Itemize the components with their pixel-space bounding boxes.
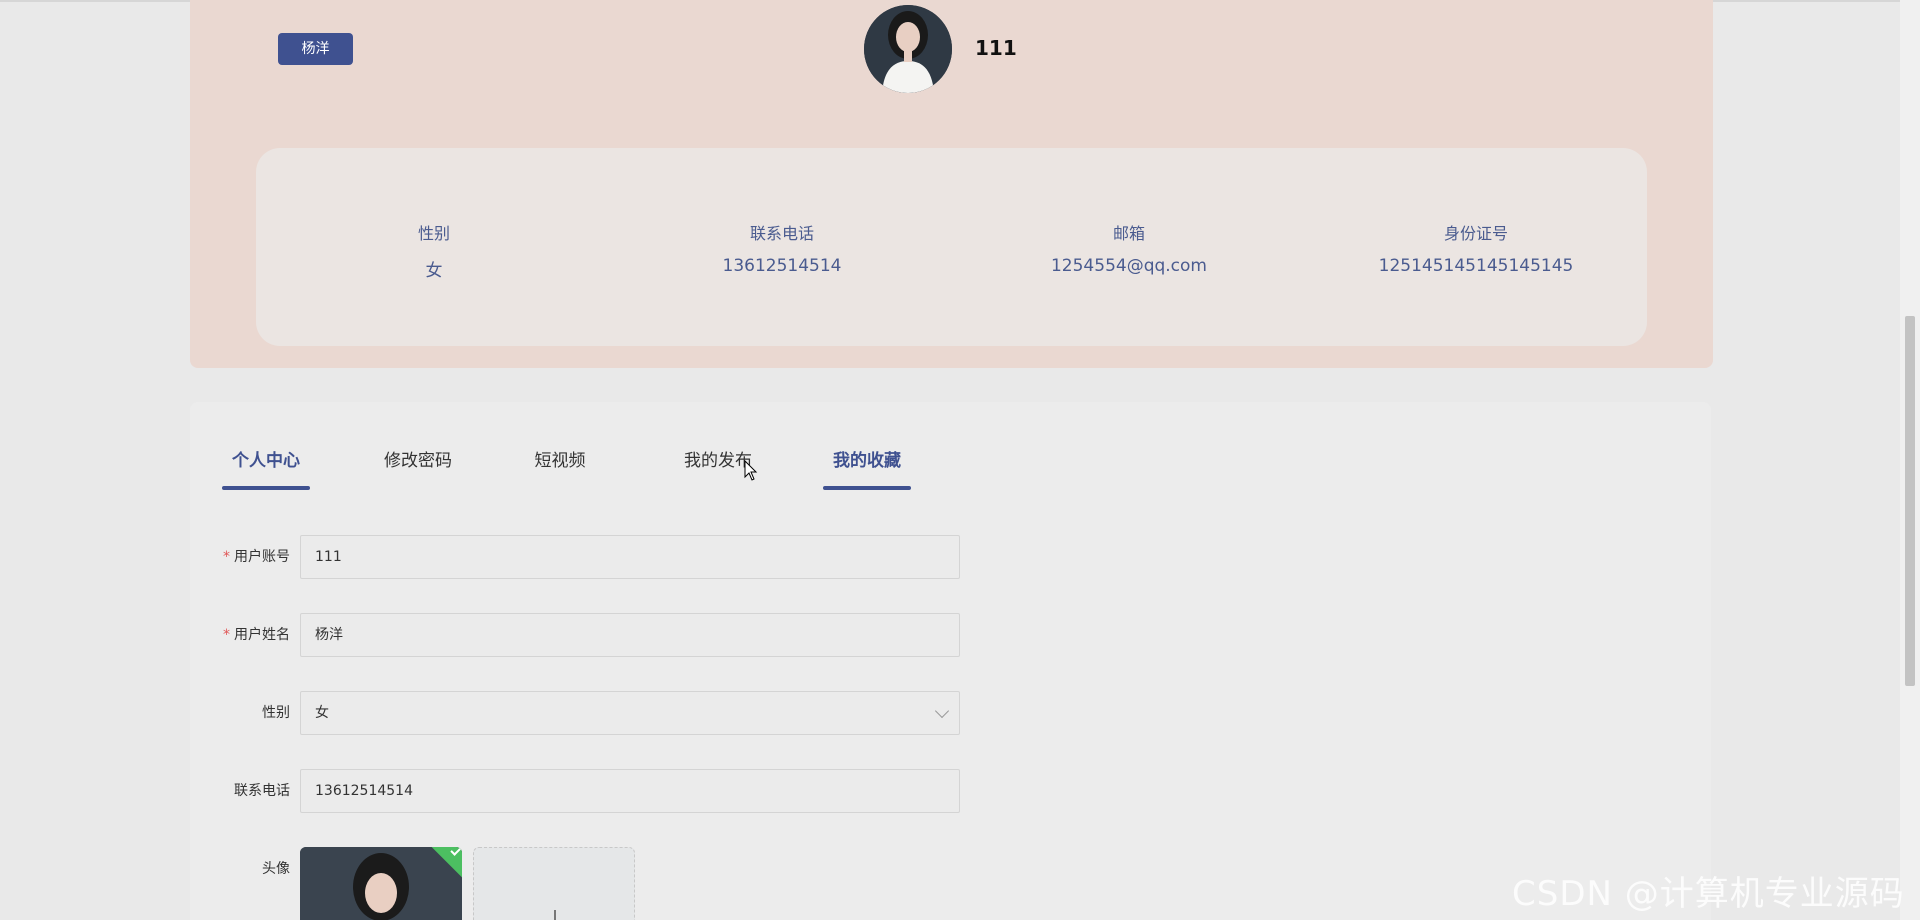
account-label: * 用户账号 <box>223 549 290 565</box>
plus-icon <box>554 910 556 920</box>
form-row-phone: 联系电话 13612514514 <box>190 769 990 813</box>
avatar-photo-icon <box>864 5 952 93</box>
gender-label: 性别 <box>262 705 290 721</box>
info-email-value: 1254554@qq.com <box>1050 256 1207 276</box>
profile-panel: 个人中心 修改密码 短视频 我的发布 我的收藏 * 用户账号 111 * 用户姓名 … <box>190 402 1711 920</box>
form-row-account: * 用户账号 111 <box>190 535 990 579</box>
info-phone-value: 13612514514 <box>722 256 842 276</box>
tab-change-password-label: 修改密码 <box>384 451 452 471</box>
form-row-name: * 用户姓名 杨洋 <box>190 613 990 657</box>
user-info-card: 性别 女 联系电话 13612514514 邮箱 1254554@qq.com … <box>256 148 1647 346</box>
info-email-label: 邮箱 <box>1112 224 1145 243</box>
chevron-down-icon <box>934 703 950 719</box>
phone-label: 联系电话 <box>234 783 290 799</box>
user-avatar <box>864 5 952 93</box>
gender-select[interactable]: 女 <box>300 691 960 735</box>
tab-my-favorites-label: 我的收藏 <box>833 451 901 471</box>
info-phone: 联系电话 13612514514 <box>632 220 932 276</box>
form-row-avatar: 头像 <box>190 847 990 920</box>
info-id: 身份证号 125145145145145145 <box>1326 220 1626 276</box>
tab-active-underline <box>222 486 310 490</box>
tab-active-underline <box>823 486 911 490</box>
avatar-label: 头像 <box>262 861 290 877</box>
page-scrollbar-thumb[interactable] <box>1905 316 1915 686</box>
tab-change-password[interactable]: 修改密码 <box>378 446 458 490</box>
info-email: 邮箱 1254554@qq.com <box>979 220 1279 276</box>
avatar-upload-add-button[interactable] <box>473 847 635 920</box>
phone-input[interactable]: 13612514514 <box>300 769 960 813</box>
tab-personal-center-label: 个人中心 <box>232 451 300 471</box>
name-tag-button[interactable]: 杨洋 <box>278 33 353 65</box>
avatar-upload-preview[interactable] <box>300 847 462 920</box>
form-row-gender: 性别 女 <box>190 691 990 735</box>
info-id-label: 身份证号 <box>1443 224 1508 243</box>
tab-short-video[interactable]: 短视频 <box>530 446 590 490</box>
account-input[interactable]: 111 <box>300 535 960 579</box>
mouse-cursor-icon <box>744 460 758 481</box>
gender-selected-value: 女 <box>315 705 329 721</box>
watermark-text: CSDN @计算机专业源码 <box>1512 874 1905 914</box>
info-gender-value: 女 <box>425 261 443 281</box>
tab-personal-center[interactable]: 个人中心 <box>222 446 310 490</box>
info-id-value: 125145145145145145 <box>1378 256 1574 276</box>
tab-my-posts-label: 我的发布 <box>684 451 752 471</box>
name-input[interactable]: 杨洋 <box>300 613 960 657</box>
name-label: * 用户姓名 <box>223 627 290 643</box>
tab-short-video-label: 短视频 <box>534 451 586 471</box>
username-display: 111 <box>975 36 1017 60</box>
info-gender: 性别 女 <box>284 220 584 281</box>
info-phone-label: 联系电话 <box>749 224 814 243</box>
tab-my-favorites[interactable]: 我的收藏 <box>823 446 911 490</box>
info-gender-label: 性别 <box>417 224 450 243</box>
avatar-photo-icon <box>300 847 462 920</box>
profile-banner: 杨洋 111 性别 女 联系电话 13612514514 邮箱 1254554@… <box>190 0 1713 368</box>
check-icon <box>450 847 462 856</box>
